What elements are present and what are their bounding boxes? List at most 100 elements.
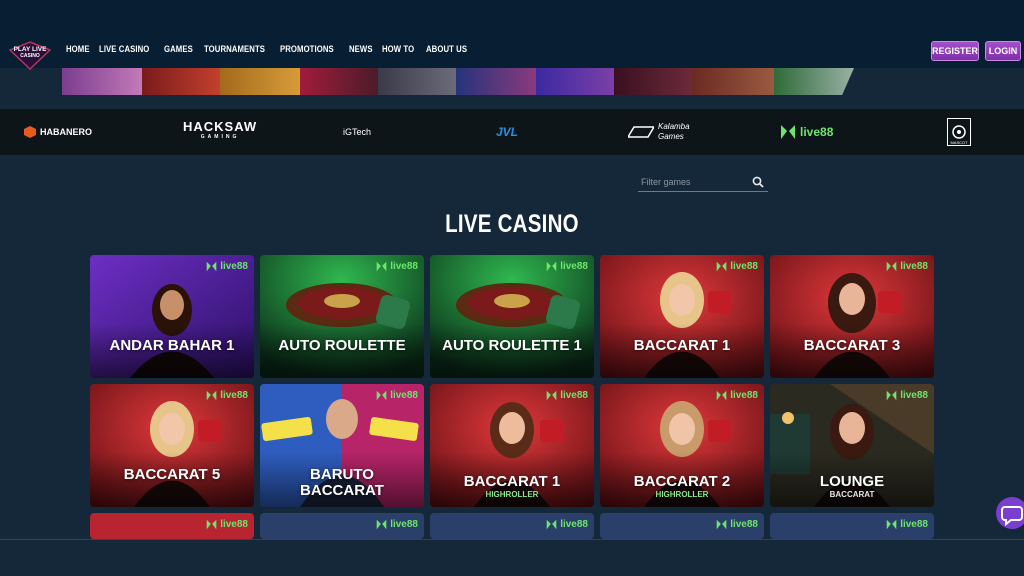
- chat-button[interactable]: [996, 497, 1024, 529]
- nav-promotions[interactable]: PROMOTIONS: [280, 44, 334, 54]
- provider-habanero[interactable]: HABANERO: [24, 109, 92, 155]
- provider-live88[interactable]: live88: [780, 109, 833, 155]
- mascot-icon: [952, 125, 966, 139]
- provider-badge-label: live88: [730, 390, 758, 401]
- game-tile-baccarat-1-highroller[interactable]: live88 BACCARAT 1 HIGHROLLER: [430, 384, 594, 507]
- provider-badge: live88: [206, 390, 248, 401]
- game-tile-andar-bahar-1[interactable]: live88 ANDAR BAHAR 1: [90, 255, 254, 378]
- provider-badge-label: live88: [900, 390, 928, 401]
- game-tile-baccarat-3[interactable]: live88 BACCARAT 3: [770, 255, 934, 378]
- provider-kalamba[interactable]: Kalamba Games: [628, 109, 690, 155]
- game-tile-partial[interactable]: live88: [600, 513, 764, 539]
- habanero-icon: [24, 126, 36, 138]
- provider-hacksaw[interactable]: HACKSAW GAMING: [183, 109, 257, 155]
- register-button[interactable]: REGISTER: [931, 41, 979, 61]
- game-subtitle: HIGHROLLER: [655, 490, 709, 499]
- provider-habanero-label: HABANERO: [40, 127, 93, 137]
- game-tile-partial[interactable]: live88: [770, 513, 934, 539]
- live88-icon: [886, 519, 897, 530]
- game-name: ANDAR BAHAR 1: [109, 337, 235, 354]
- game-tile-auto-roulette-1[interactable]: live88 AUTO ROULETTE 1: [430, 255, 594, 378]
- nav-live-casino[interactable]: LIVE CASINO: [99, 44, 149, 54]
- live88-icon: [546, 261, 557, 272]
- nav-tournaments[interactable]: TOURNAMENTS: [204, 44, 265, 54]
- provider-badge-label: live88: [220, 519, 248, 530]
- logo-text-line1: PLAY LIVE: [13, 46, 47, 53]
- live88-icon: [716, 261, 727, 272]
- game-name: LOUNGE: [819, 473, 885, 490]
- game-tile-partial[interactable]: live88: [90, 513, 254, 539]
- live88-icon: [546, 390, 557, 401]
- banner-image: [142, 68, 220, 95]
- provider-mascot[interactable]: MASCOT: [947, 109, 971, 155]
- banner-image: [536, 68, 614, 95]
- live88-icon: [206, 261, 217, 272]
- login-button[interactable]: LOGIN: [985, 41, 1021, 61]
- banner-image: [774, 68, 854, 95]
- provider-badge: live88: [206, 519, 248, 530]
- filter-games-input[interactable]: [641, 175, 747, 189]
- provider-badge-label: live88: [560, 390, 588, 401]
- provider-jvl-label: JVL: [496, 125, 519, 139]
- game-name: AUTO ROULETTE: [278, 337, 406, 354]
- search-icon[interactable]: [752, 176, 764, 188]
- section-title: LIVE CASINO: [445, 210, 579, 238]
- provider-badge: live88: [716, 390, 758, 401]
- provider-badge: live88: [716, 261, 758, 272]
- banner-image: [220, 68, 300, 95]
- game-subtitle: HIGHROLLER: [485, 490, 539, 499]
- live88-icon: [206, 390, 217, 401]
- provider-kalamba-label: Kalamba Games: [658, 122, 690, 142]
- provider-hacksaw-sub: GAMING: [200, 134, 240, 140]
- provider-badge: live88: [886, 390, 928, 401]
- nav-about-us[interactable]: ABOUT US: [426, 44, 467, 54]
- promo-banner-strip[interactable]: [62, 68, 854, 95]
- logo-text: PLAY LIVE CASINO: [8, 46, 52, 60]
- provider-badge: live88: [376, 261, 418, 272]
- provider-igtech[interactable]: iGTech: [343, 109, 371, 155]
- game-tile-baccarat-5[interactable]: live88 BACCARAT 5: [90, 384, 254, 507]
- live88-icon: [546, 519, 557, 530]
- provider-badge-label: live88: [560, 519, 588, 530]
- nav-news[interactable]: NEWS: [349, 44, 373, 54]
- provider-badge-label: live88: [900, 261, 928, 272]
- provider-kalamba-line1: Kalamba: [658, 122, 690, 131]
- game-name-line1: BARUTO: [310, 466, 374, 483]
- provider-badge-label: live88: [900, 519, 928, 530]
- provider-badge: live88: [546, 261, 588, 272]
- providers-strip: HABANERO HACKSAW GAMING iGTech JVL Kalam…: [0, 109, 1024, 155]
- top-header: PLAY LIVE CASINO HOME LIVE CASINO GAMES …: [0, 0, 1024, 71]
- game-tile-lounge-baccarat[interactable]: live88 LOUNGE BACCARAT: [770, 384, 934, 507]
- game-tile-auto-roulette[interactable]: live88 AUTO ROULETTE: [260, 255, 424, 378]
- game-tile-baccarat-2-highroller[interactable]: live88 BACCARAT 2 HIGHROLLER: [600, 384, 764, 507]
- nav-how-to[interactable]: HOW TO: [382, 44, 414, 54]
- provider-badge: live88: [376, 519, 418, 530]
- live88-icon: [716, 519, 727, 530]
- bottom-bar: [0, 539, 1024, 576]
- game-name: BACCARAT 1: [463, 473, 561, 490]
- live88-icon: [886, 390, 897, 401]
- game-subtitle: BACCARAT: [829, 490, 875, 499]
- live88-icon: [206, 519, 217, 530]
- provider-badge: live88: [206, 261, 248, 272]
- game-tile-baruto-baccarat[interactable]: live88 BARUTO BACCARAT: [260, 384, 424, 507]
- nav-home[interactable]: HOME: [66, 44, 90, 54]
- site-logo[interactable]: PLAY LIVE CASINO: [8, 40, 52, 71]
- main-nav: HOME LIVE CASINO GAMES TOURNAMENTS PROMO…: [66, 44, 470, 54]
- filter-games-field[interactable]: [638, 172, 768, 192]
- game-name: BACCARAT 5: [123, 466, 221, 483]
- game-name: BACCARAT 1: [633, 337, 731, 354]
- banner-image: [300, 68, 378, 95]
- provider-hacksaw-label: HACKSAW: [183, 119, 258, 134]
- provider-badge: live88: [716, 519, 758, 530]
- game-tile-baccarat-1[interactable]: live88 BACCARAT 1: [600, 255, 764, 378]
- provider-badge-label: live88: [390, 519, 418, 530]
- provider-jvl[interactable]: JVL: [496, 109, 518, 155]
- nav-games[interactable]: GAMES: [164, 44, 193, 54]
- kalamba-icon: [628, 126, 654, 138]
- live88-icon: [376, 261, 387, 272]
- game-tile-partial[interactable]: live88: [430, 513, 594, 539]
- game-tile-partial[interactable]: live88: [260, 513, 424, 539]
- provider-badge-label: live88: [730, 519, 758, 530]
- provider-badge: live88: [546, 519, 588, 530]
